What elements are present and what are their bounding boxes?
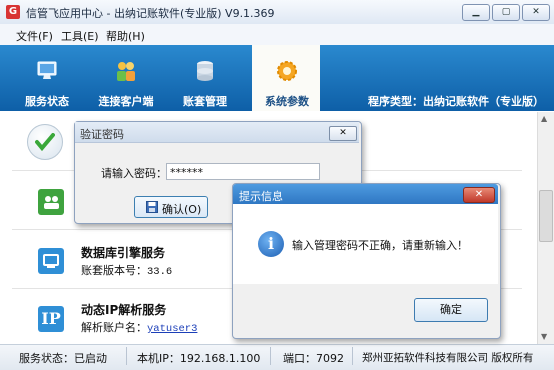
ip-account-link[interactable]: yatuser3 — [147, 323, 197, 335]
monitor-icon — [37, 61, 57, 79]
tool-label: 服务状态 — [25, 95, 69, 108]
menu-tools[interactable]: 工具(E) — [61, 28, 99, 44]
divider — [126, 347, 127, 365]
password-input[interactable]: ****** — [166, 163, 320, 180]
password-dialog-close-icon[interactable]: ✕ — [329, 126, 357, 141]
tool-connect-clients[interactable]: 连接客户端 — [91, 45, 161, 111]
prompt-dialog-close-icon[interactable]: ✕ — [463, 187, 495, 203]
tool-label: 账套管理 — [183, 95, 227, 108]
menu-file[interactable]: 文件(F) — [16, 28, 53, 44]
port: 端口：7092 — [283, 352, 344, 365]
service-detail-label: 解析账户名： — [81, 321, 147, 334]
menu-help[interactable]: 帮助(H) — [106, 28, 145, 44]
gear-icon — [277, 61, 297, 81]
scroll-down-icon[interactable]: ▼ — [541, 332, 547, 341]
service-detail: 账套版本号：33.6 — [81, 262, 172, 278]
password-dialog-title: 验证密码 — [80, 128, 124, 141]
scroll-thumb[interactable] — [539, 190, 553, 242]
maximize-button[interactable]: ▢ — [492, 4, 520, 21]
check-icon — [35, 133, 55, 151]
database-icon — [197, 61, 213, 81]
copyright: 郑州亚拓软件科技有限公司 版权所有 — [362, 352, 534, 364]
service-detail: 解析账户名：yatuser3 — [81, 319, 197, 335]
program-type-label: 程序类型：出纳记账软件（专业版） — [368, 95, 544, 108]
tool-system-params[interactable]: 系统参数 — [252, 45, 320, 111]
tool-label: 连接客户端 — [98, 95, 154, 108]
close-button[interactable]: ✕ — [522, 4, 550, 21]
password-label: 请输入密码： — [101, 167, 167, 180]
service-title: 动态IP解析服务 — [81, 303, 167, 317]
app-logo-icon: G — [6, 5, 20, 19]
service-detail-label: 账套版本号： — [81, 264, 147, 277]
users-icon — [117, 62, 135, 81]
save-icon — [146, 201, 158, 213]
info-icon: i — [258, 231, 284, 257]
clients-service-icon — [38, 189, 64, 215]
ip-service-icon: IP — [38, 306, 64, 332]
local-ip: 本机IP：192.168.1.100 — [137, 352, 261, 365]
minimize-button[interactable]: ▁ — [462, 4, 490, 21]
prompt-message: 输入管理密码不正确，请重新输入！ — [292, 239, 468, 252]
confirm-ok-button[interactable]: 确认(O) — [134, 196, 208, 218]
service-title: 数据库引擎服务 — [81, 246, 166, 260]
tool-service-status[interactable]: 服务状态 — [12, 45, 82, 111]
database-service-icon — [38, 248, 64, 274]
divider — [352, 347, 353, 365]
ok-button-label: 确认(O) — [162, 203, 202, 216]
tool-account-management[interactable]: 账套管理 — [170, 45, 240, 111]
tool-label: 系统参数 — [265, 95, 309, 108]
prompt-dialog-title: 提示信息 — [239, 190, 283, 203]
service-status: 服务状态：已启动 — [19, 352, 107, 365]
prompt-confirm-button[interactable]: 确定 — [414, 298, 488, 322]
window-title: 信管飞应用中心 - 出纳记账软件(专业版) V9.1.369 — [26, 7, 275, 20]
divider — [270, 347, 271, 365]
status-ok-badge — [27, 124, 63, 160]
scroll-up-icon[interactable]: ▲ — [541, 114, 547, 123]
account-version-value: 33.6 — [147, 266, 173, 278]
